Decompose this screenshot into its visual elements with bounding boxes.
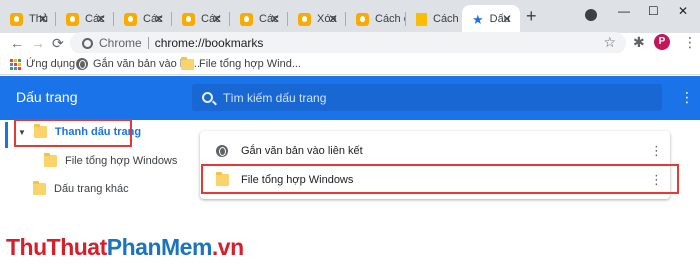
close-icon[interactable]: ✕ xyxy=(154,12,164,26)
selection-indicator xyxy=(5,122,8,148)
star-icon: ★ xyxy=(472,11,484,27)
apps-label: Ứng dụng xyxy=(26,58,76,70)
watermark-text: Thu xyxy=(6,234,47,260)
close-icon[interactable]: ✕ xyxy=(96,12,106,26)
expand-arrow-icon[interactable]: ▼ xyxy=(18,128,26,137)
bookmarks-bar: Ứng dụng Gắn văn bản vào liê... File tổn… xyxy=(0,53,700,75)
more-options-icon[interactable]: ⋮ xyxy=(680,90,694,104)
tab-strip: Thủ ✕ Các ✕ Các ✕ Các ✕ Các ✕ Xóa ✕ Cách… xyxy=(0,0,700,33)
tree-item-other-bookmarks[interactable]: Dấu trang khác xyxy=(33,181,129,195)
bulb-icon xyxy=(124,12,137,26)
folder-icon xyxy=(181,56,194,70)
watermark-text: Phan xyxy=(106,234,162,260)
tab-search-icon[interactable] xyxy=(585,9,597,21)
address-bar[interactable]: Chrome chrome://bookmarks ☆ xyxy=(70,32,626,54)
bookmark-star-icon[interactable]: ☆ xyxy=(603,34,616,50)
bookmarks-header: Dấu trang ⋮ xyxy=(0,76,700,120)
browser-tab-active[interactable]: ★ Dấu ✕ xyxy=(462,5,520,33)
tab-title: Cách ch xyxy=(433,13,464,25)
tab-title: Cách ch xyxy=(375,13,406,25)
browser-tab[interactable]: Cách ch xyxy=(406,5,464,33)
close-window-button[interactable]: ✕ xyxy=(678,4,688,18)
close-icon[interactable]: ✕ xyxy=(270,12,280,26)
minimize-button[interactable]: — xyxy=(618,4,630,18)
search-input[interactable] xyxy=(223,90,623,105)
browser-tab[interactable]: Các ✕ xyxy=(230,5,288,33)
watermark-text: Mem xyxy=(161,234,212,260)
back-button[interactable]: ← xyxy=(10,33,24,53)
folder-icon xyxy=(44,153,57,167)
url-text[interactable]: chrome://bookmarks xyxy=(155,36,264,50)
apps-grid-icon xyxy=(10,58,21,70)
reload-button[interactable]: ⟳ xyxy=(52,33,64,53)
bulb-icon xyxy=(10,12,23,26)
item-menu-icon[interactable]: ⋮ xyxy=(650,144,663,158)
tree-item-label: File tổng hợp Windows xyxy=(65,155,178,167)
bulb-icon xyxy=(182,12,195,26)
search-icon xyxy=(202,92,213,103)
browser-toolbar: ← → ⟳ Chrome chrome://bookmarks ☆ ✱ P ⋮ xyxy=(0,32,700,54)
folder-icon xyxy=(33,181,46,195)
bulb-icon xyxy=(356,12,369,26)
close-icon[interactable]: ✕ xyxy=(328,12,338,26)
tree-item-subfolder[interactable]: File tổng hợp Windows xyxy=(44,153,178,167)
browser-tab[interactable]: Xóa ✕ xyxy=(288,5,346,33)
bulb-icon xyxy=(240,12,253,26)
watermark-text: Thuat xyxy=(46,234,108,260)
highlight-box xyxy=(201,164,679,194)
close-icon[interactable]: ✕ xyxy=(38,12,48,26)
extensions-icon[interactable]: ✱ xyxy=(633,34,645,51)
close-icon[interactable]: ✕ xyxy=(212,12,222,26)
document-icon xyxy=(416,12,427,26)
tree-item-label: Thanh dấu trang xyxy=(54,126,142,138)
close-icon[interactable]: ✕ xyxy=(502,12,512,26)
browser-tab[interactable]: Thủ ✕ xyxy=(0,5,56,33)
list-item-label: Gắn văn bản vào liên kết xyxy=(241,145,363,157)
site-chip: Chrome xyxy=(99,36,142,50)
folder-icon xyxy=(33,124,47,138)
forward-button[interactable]: → xyxy=(31,33,45,53)
browser-tab[interactable]: Các ✕ xyxy=(172,5,230,33)
browser-tab[interactable]: Các ✕ xyxy=(114,5,172,33)
bulb-icon xyxy=(298,12,311,26)
globe-icon xyxy=(76,58,88,70)
apps-shortcut[interactable]: Ứng dụng xyxy=(10,56,75,72)
bookmark-folder[interactable]: File tổng hợp Wind... xyxy=(181,56,301,72)
page-title: Dấu trang xyxy=(16,89,78,105)
browser-menu-icon[interactable]: ⋮ xyxy=(683,35,697,49)
globe-icon xyxy=(216,145,228,157)
browser-tab[interactable]: Các ✕ xyxy=(56,5,114,33)
profile-avatar[interactable]: P xyxy=(654,34,670,50)
bulb-icon xyxy=(66,12,79,26)
tree-item-bookmarks-bar[interactable]: ▼ Thanh dấu trang xyxy=(18,124,142,138)
chrome-icon xyxy=(82,37,93,49)
tree-item-label: Dấu trang khác xyxy=(54,183,129,195)
browser-tab[interactable]: Cách ch xyxy=(346,5,406,33)
bookmark-label: File tổng hợp Wind... xyxy=(199,58,301,70)
chip-divider xyxy=(147,37,149,49)
new-tab-button[interactable]: + xyxy=(526,7,537,25)
watermark-text: .vn xyxy=(211,234,244,260)
search-box[interactable] xyxy=(192,84,662,111)
watermark-logo: ThuThuatPhanMem.vn xyxy=(6,234,244,261)
maximize-button[interactable]: ☐ xyxy=(648,4,659,18)
